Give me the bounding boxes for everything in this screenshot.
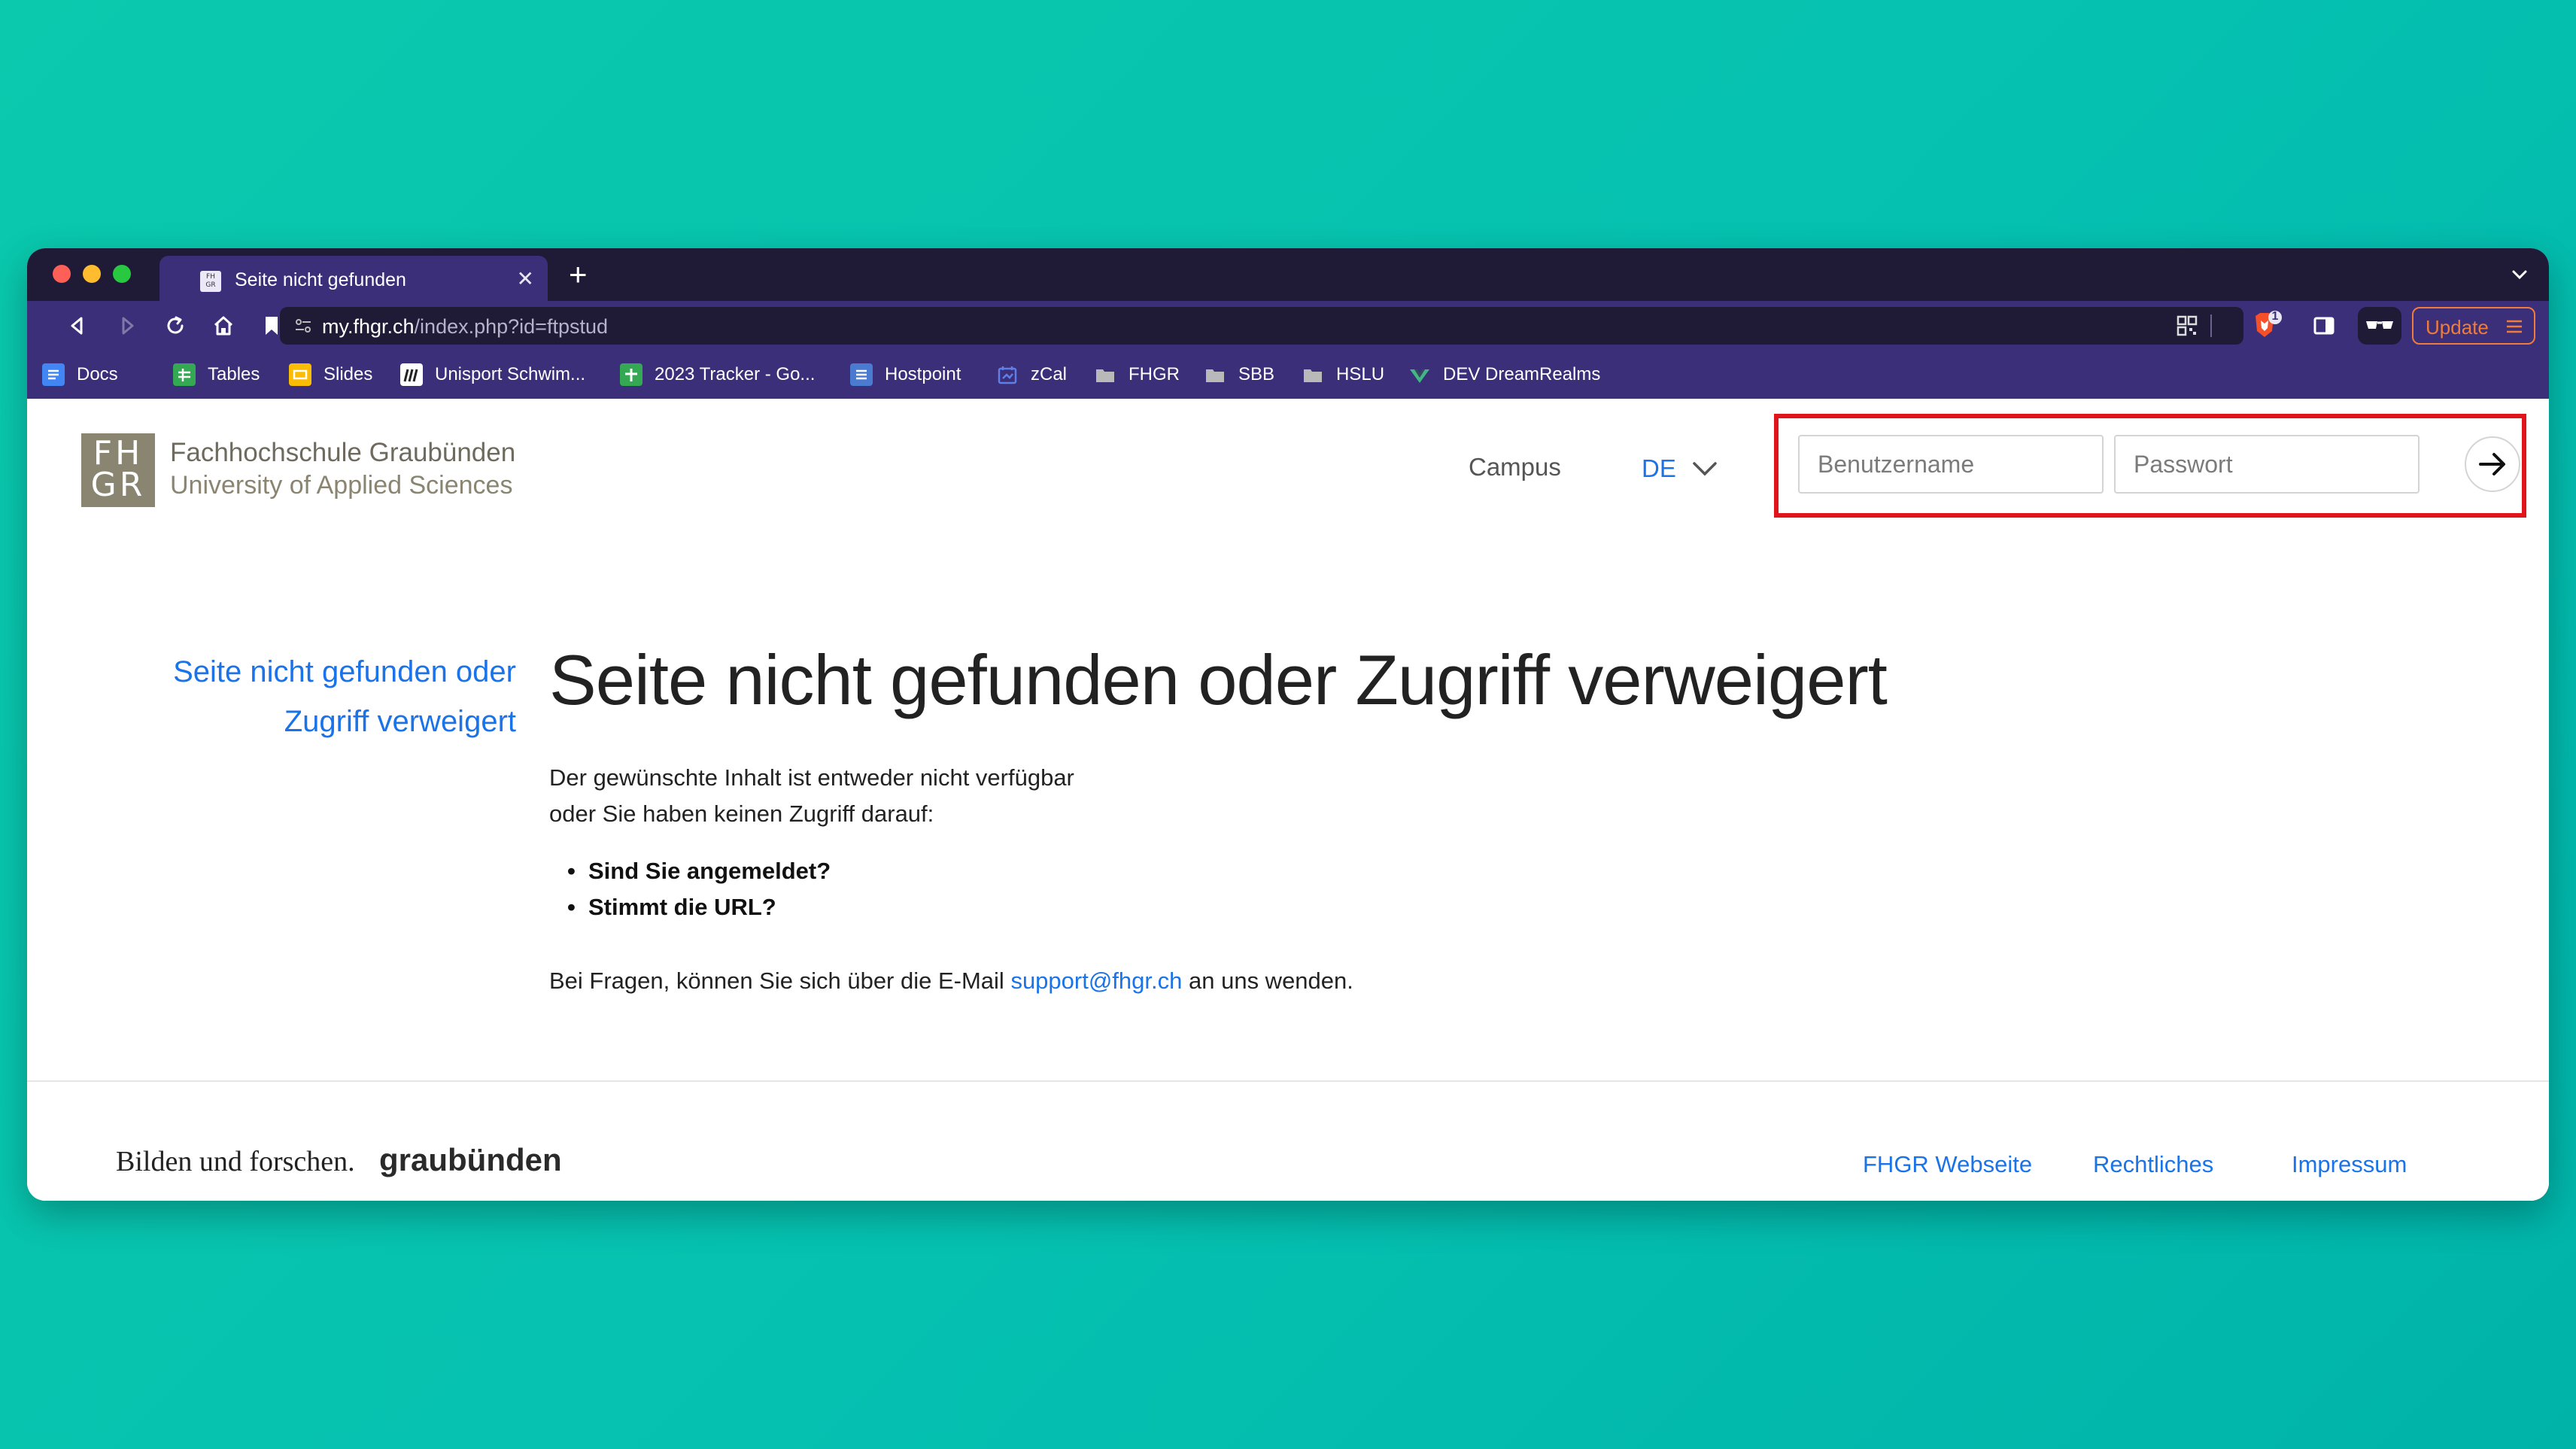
bookmark-tracker[interactable]: 2023 Tracker - Go... [620, 361, 815, 388]
bookmark-label: Hostpoint [885, 364, 961, 384]
list-item: Sind Sie angemeldet? [567, 853, 831, 889]
tab-close-icon[interactable]: ✕ [517, 266, 534, 291]
docs-icon [42, 363, 65, 386]
maximize-window-button[interactable] [113, 265, 131, 283]
bookmark-label: DEV DreamRealms [1443, 364, 1601, 384]
brand-subtitle: University of Applied Sciences [170, 471, 513, 500]
url-text[interactable]: my.fhgr.ch/index.php?id=ftpstud [322, 315, 608, 339]
contact-suffix: an uns wenden. [1182, 968, 1353, 994]
tab-favicon-icon: FH GR [200, 271, 221, 292]
hint-list: Sind Sie angemeldet? Stimmt die URL? [567, 853, 831, 925]
qr-code-icon[interactable] [2174, 313, 2200, 339]
bookmark-folder-hslu[interactable]: HSLU [1302, 361, 1384, 388]
bookmark-label: Docs [77, 364, 118, 384]
bookmark-hostpoint[interactable]: Hostpoint [850, 361, 961, 388]
hostpoint-icon [850, 363, 873, 386]
password-input[interactable] [2114, 435, 2420, 494]
intro-line: oder Sie haben keinen Zugriff darauf: [549, 800, 934, 827]
tab-title: Seite nicht gefunden [235, 269, 406, 290]
graubuenden-logo: graubünden [379, 1142, 562, 1177]
fhgr-logo[interactable]: FH GR [81, 433, 155, 507]
contact-prefix: Bei Fragen, können Sie sich über die E-M… [549, 968, 1011, 994]
list-item: Stimmt die URL? [567, 889, 831, 925]
bookmarks-bar: Docs Tables Slides Unisport Schwim... 20… [27, 351, 2549, 399]
home-icon[interactable] [211, 313, 236, 339]
update-label: Update [2426, 316, 2489, 339]
vue-icon [1408, 363, 1431, 386]
bookmark-label: 2023 Tracker - Go... [655, 364, 816, 384]
bookmark-slides[interactable]: Slides [289, 361, 372, 388]
bookmark-label: FHGR [1129, 364, 1180, 384]
sidenav-line: Zugriff verweigert [284, 705, 516, 738]
sidenav-line: Seite nicht gefunden oder [173, 655, 516, 688]
private-glasses-icon [2366, 321, 2393, 329]
username-input[interactable] [1798, 435, 2104, 494]
bookmark-docs[interactable]: Docs [42, 361, 118, 388]
brave-badge-count: 1 [2271, 310, 2279, 323]
logo-text-bottom: GR [90, 466, 146, 504]
site-settings-icon[interactable] [292, 314, 314, 337]
minimize-window-button[interactable] [83, 265, 101, 283]
footer-slogan: Bilden und forschen. [116, 1146, 355, 1177]
tab-active[interactable]: FH GR Seite nicht gefunden ✕ [159, 256, 548, 301]
bookmark-folder-fhgr[interactable]: FHGR [1094, 361, 1180, 388]
bookmark-label: HSLU [1336, 364, 1385, 384]
folder-icon [1204, 363, 1226, 386]
brand-name: Fachhochschule Graubünden [170, 438, 516, 467]
reload-icon[interactable] [163, 313, 188, 339]
folder-icon [1302, 363, 1324, 386]
page-title: Seite nicht gefunden oder Zugriff verwei… [549, 640, 1888, 719]
bookmark-unisport[interactable]: Unisport Schwim... [400, 361, 585, 388]
bookmark-label: zCal [1031, 364, 1068, 384]
bookmark-dreamrealms[interactable]: DEV DreamRealms [1408, 361, 1600, 388]
tables-icon [173, 363, 196, 386]
update-button[interactable]: Update [2412, 307, 2535, 345]
unisport-icon [400, 363, 423, 386]
browser-window: FH GR Seite nicht gefunden ✕ + my.fhgr.c… [27, 248, 2549, 1201]
bookmark-label: Tables [208, 364, 260, 384]
bookmark-tables[interactable]: Tables [173, 361, 260, 388]
address-bar[interactable]: my.fhgr.ch/index.php?id=ftpstud [280, 307, 2243, 345]
menu-icon [2507, 320, 2522, 333]
page-content: FH GR Fachhochschule Graubünden Universi… [27, 399, 2549, 1201]
sheets-icon [620, 363, 642, 386]
sidebar-toggle-icon[interactable] [2311, 313, 2337, 339]
bookmark-folder-sbb[interactable]: SBB [1204, 361, 1274, 388]
bookmark-label: Unisport Schwim... [435, 364, 586, 384]
back-icon[interactable] [65, 313, 90, 339]
logo-text-top: FH [93, 434, 144, 472]
support-email-link[interactable]: support@fhgr.ch [1010, 968, 1182, 994]
folder-icon [1094, 363, 1116, 386]
footer-link-rechtliches[interactable]: Rechtliches [2093, 1151, 2213, 1178]
chevron-down-icon[interactable] [1690, 457, 1720, 480]
url-divider [2210, 314, 2212, 337]
nav-campus-link[interactable]: Campus [1469, 453, 1561, 481]
bookmark-label: Slides [324, 364, 373, 384]
footer-link-fhgr-webseite[interactable]: FHGR Webseite [1863, 1151, 2032, 1178]
contact-text: Bei Fragen, können Sie sich über die E-M… [549, 968, 1353, 995]
intro-text: Der gewünschte Inhalt ist entweder nicht… [549, 760, 1074, 832]
footer-divider [27, 1080, 2549, 1082]
bookmark-zcal[interactable]: zCal [996, 361, 1067, 388]
tab-bar: FH GR Seite nicht gefunden ✕ + [27, 248, 2549, 301]
intro-line: Der gewünschte Inhalt ist entweder nicht… [549, 764, 1074, 791]
zcal-icon [996, 363, 1019, 386]
language-selector[interactable]: DE [1642, 454, 1676, 483]
new-tab-button[interactable]: + [569, 256, 588, 293]
bookmark-label: SBB [1238, 364, 1275, 384]
close-window-button[interactable] [53, 265, 71, 283]
tab-list-chevron-icon[interactable] [2510, 265, 2529, 284]
login-submit-button[interactable] [2465, 436, 2520, 492]
forward-icon[interactable] [114, 313, 140, 339]
browser-toolbar: my.fhgr.ch/index.php?id=ftpstud 1 Update [27, 301, 2549, 351]
private-window-button[interactable] [2358, 307, 2401, 345]
slides-icon [289, 363, 311, 386]
arrow-right-icon [2479, 453, 2505, 475]
sidenav-current-page[interactable]: Seite nicht gefunden oder Zugriff verwei… [140, 647, 516, 746]
footer-link-impressum[interactable]: Impressum [2292, 1151, 2407, 1178]
